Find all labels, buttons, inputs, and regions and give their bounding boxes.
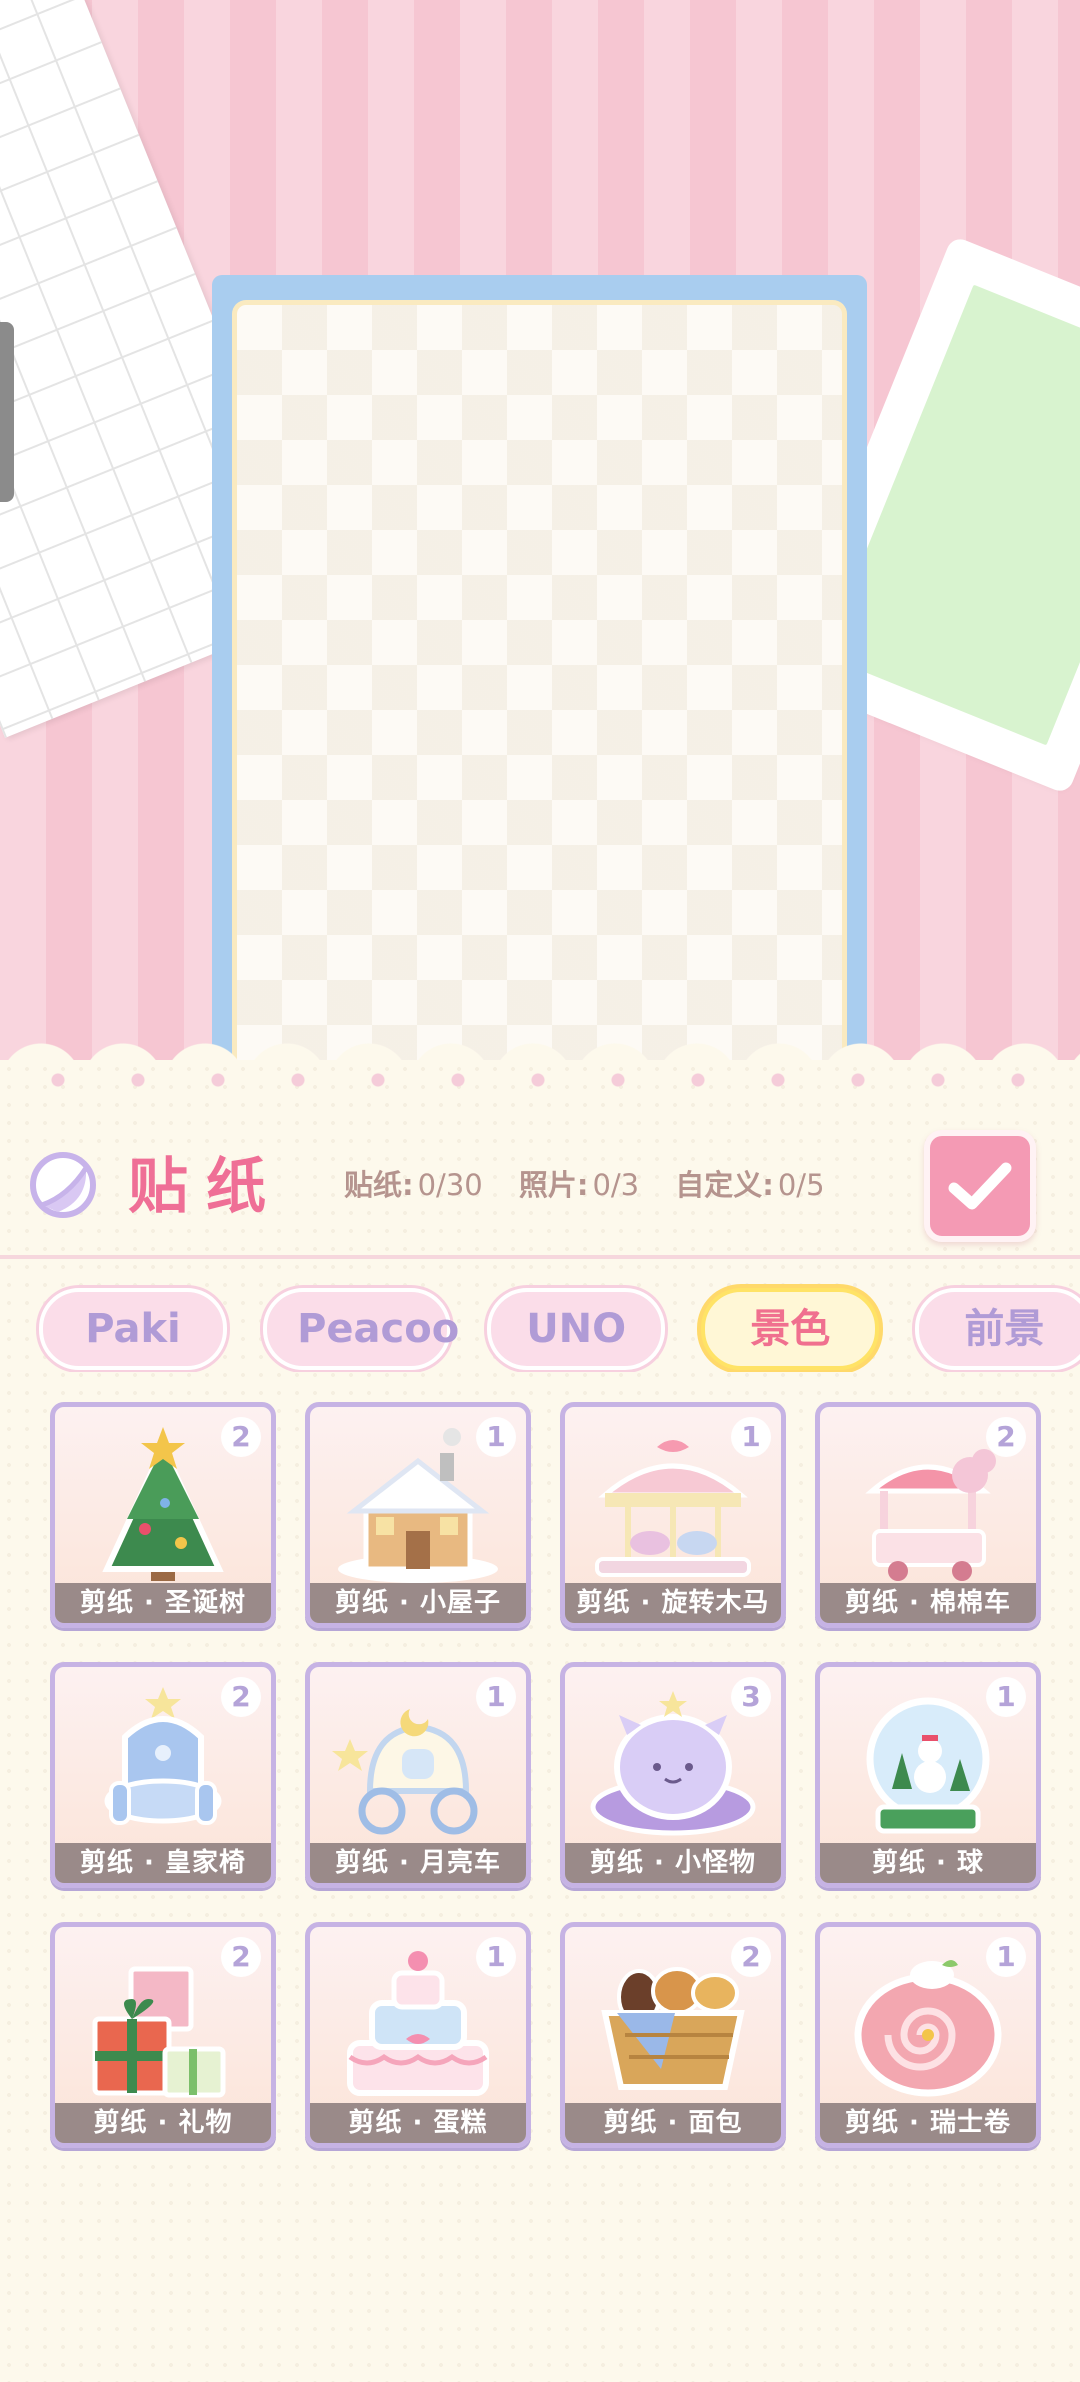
sticker-icon [30, 1152, 96, 1218]
count-badge: 1 [986, 1937, 1026, 1977]
count-badge: 1 [476, 1937, 516, 1977]
sticker-label: 剪纸 · 球 [820, 1843, 1036, 1883]
count-badge: 2 [221, 1677, 261, 1717]
sticker-card[interactable]: 2 剪纸 · 礼物 [50, 1922, 276, 2148]
sticker-card[interactable]: 1 剪纸 · 蛋糕 [305, 1922, 531, 2148]
count-badge: 2 [221, 1417, 261, 1457]
count-badge: 1 [476, 1417, 516, 1457]
sticker-label: 剪纸 · 月亮车 [310, 1843, 526, 1883]
count-badge: 1 [731, 1417, 771, 1457]
scrapbook-scene [0, 0, 1080, 1080]
count-badge: 2 [221, 1937, 261, 1977]
dot-row-decoration [0, 1070, 1080, 1090]
usage-counters: 贴纸: 0/30 照片: 0/3 自定义: 0/5 [344, 1162, 851, 1204]
sticker-card[interactable]: 1 剪纸 · 旋转木马 [560, 1402, 786, 1628]
sticker-label: 剪纸 · 小屋子 [310, 1583, 526, 1623]
tab-uno[interactable]: UNO [487, 1288, 666, 1370]
sticker-label: 剪纸 · 棉棉车 [820, 1583, 1036, 1623]
checkmark-icon [948, 1162, 1012, 1210]
side-drawer-handle[interactable] [0, 322, 14, 502]
sticker-label: 剪纸 · 皇家椅 [55, 1843, 271, 1883]
sticker-card[interactable]: 2 剪纸 · 棉棉车 [815, 1402, 1041, 1628]
counter-value: 0/30 [417, 1168, 483, 1202]
counter-value: 0/3 [592, 1168, 640, 1202]
tab-scenery[interactable]: 景色 [701, 1288, 880, 1370]
sticker-card[interactable]: 2 剪纸 · 皇家椅 [50, 1662, 276, 1888]
count-badge: 3 [731, 1677, 771, 1717]
sticker-card[interactable]: 1 剪纸 · 月亮车 [305, 1662, 531, 1888]
counter-label: 照片: [518, 1168, 589, 1202]
sticker-card[interactable]: 2 剪纸 · 面包 [560, 1922, 786, 2148]
counter-label: 贴纸: [344, 1168, 414, 1202]
count-badge: 2 [986, 1417, 1026, 1457]
sticker-card[interactable]: 1 剪纸 · 瑞士卷 [815, 1922, 1041, 2148]
photo-canvas[interactable] [232, 300, 847, 1080]
sticker-card[interactable]: 2 剪纸 · 圣诞树 [50, 1402, 276, 1628]
panel-header: 贴纸 贴纸: 0/30 照片: 0/3 自定义: 0/5 [0, 1110, 1080, 1259]
tab-paki[interactable]: Paki [39, 1288, 227, 1370]
tab-peacoo[interactable]: Peacoo [263, 1288, 459, 1370]
count-badge: 2 [731, 1937, 771, 1977]
sticker-label: 剪纸 · 小怪物 [565, 1843, 781, 1883]
sticker-label: 剪纸 · 瑞士卷 [820, 2103, 1036, 2143]
counter-label: 自定义: [675, 1168, 774, 1202]
photo-frame[interactable] [212, 275, 867, 1080]
sticker-label: 剪纸 · 圣诞树 [55, 1583, 271, 1623]
confirm-button[interactable] [924, 1130, 1036, 1242]
sticker-card[interactable]: 1 剪纸 · 小屋子 [305, 1402, 531, 1628]
sticker-label: 剪纸 · 旋转木马 [565, 1583, 781, 1623]
category-tabs: Paki Peacoo UNO 景色 前景 [36, 1282, 1080, 1372]
sticker-card[interactable]: 3 剪纸 · 小怪物 [560, 1662, 786, 1888]
count-badge: 1 [476, 1677, 516, 1717]
counter-value: 0/5 [777, 1168, 825, 1202]
count-badge: 1 [986, 1677, 1026, 1717]
tab-foreground[interactable]: 前景 [915, 1288, 1080, 1370]
sticker-grid: 2 剪纸 · 圣诞树 1 剪纸 · 小屋子 1 剪纸 · 旋转木马 2 剪纸 ·… [50, 1402, 1050, 2148]
panel-title: 贴纸 [128, 1152, 284, 1222]
sticker-card[interactable]: 1 剪纸 · 球 [815, 1662, 1041, 1888]
sticker-label: 剪纸 · 礼物 [55, 2103, 271, 2143]
sticker-label: 剪纸 · 蛋糕 [310, 2103, 526, 2143]
sticker-label: 剪纸 · 面包 [565, 2103, 781, 2143]
